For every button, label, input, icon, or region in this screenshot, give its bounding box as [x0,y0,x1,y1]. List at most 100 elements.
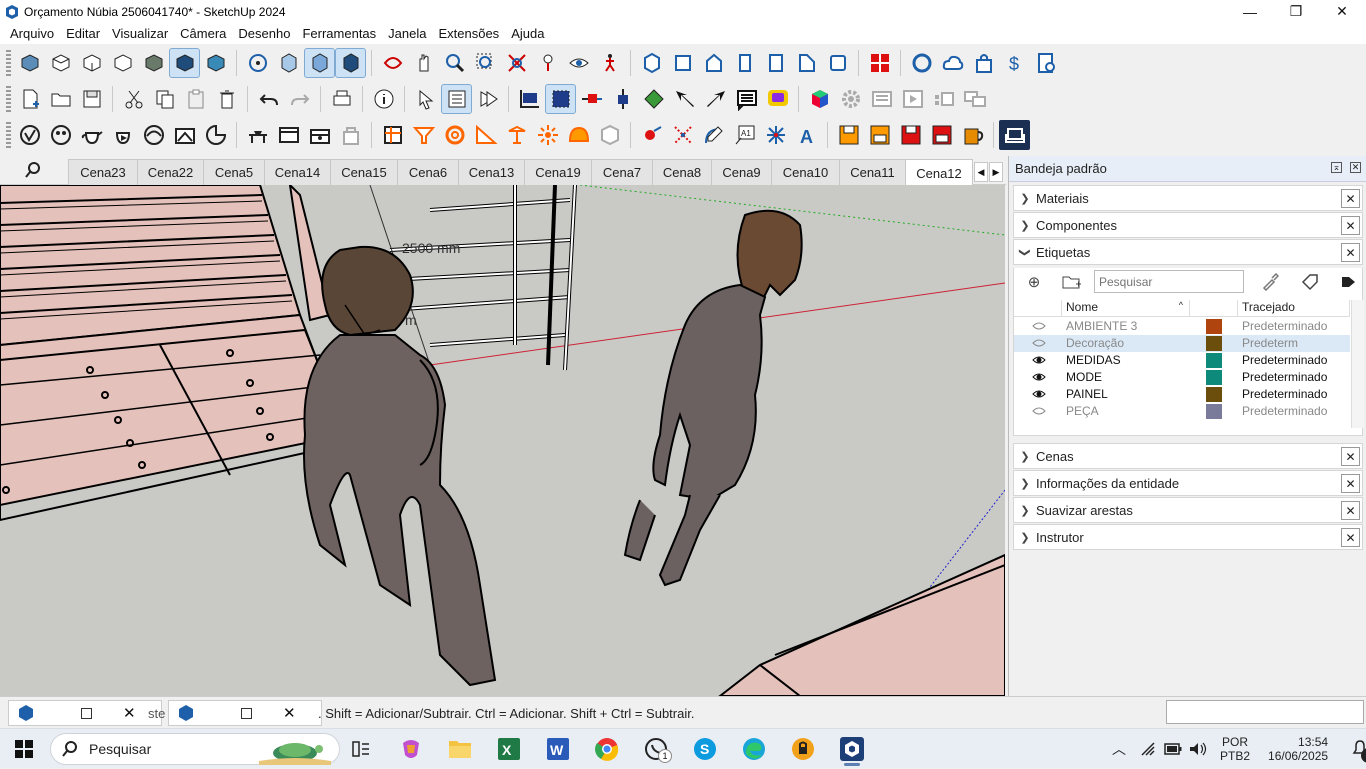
move-blue-icon[interactable] [607,84,638,114]
edge-icon[interactable] [736,735,772,763]
view-right-icon[interactable] [107,48,138,78]
excel-icon[interactable]: X [491,735,527,763]
panel-suavizar-arestas[interactable]: ❯ Suavizar arestas ✕ [1013,497,1363,523]
add-tag-icon[interactable]: ⊕ [1024,273,1044,291]
close-icon[interactable]: ✕ [1341,501,1360,520]
view-top-icon[interactable] [45,48,76,78]
battery-icon[interactable] [1164,743,1182,755]
close-icon[interactable]: ✕ [1341,528,1360,547]
sandbox-contours-icon[interactable] [14,120,45,150]
report-icon[interactable] [1030,48,1061,78]
outliner-icon[interactable] [441,84,472,114]
eye-visible-icon[interactable] [1032,371,1046,383]
delete-icon[interactable] [211,84,242,114]
tabs-next-icon[interactable]: ▶ [989,162,1003,182]
cloud-icon[interactable] [937,48,968,78]
pan-hand-icon[interactable] [408,48,439,78]
sandbox-scratch-icon[interactable] [45,120,76,150]
tag-row[interactable]: Decoração Predeterm [1014,335,1350,352]
new-file-icon[interactable] [14,84,45,114]
view-iso2-icon[interactable] [636,48,667,78]
close-icon[interactable]: ✕ [1341,447,1360,466]
protractor-icon[interactable] [470,120,501,150]
funnel-icon[interactable] [408,120,439,150]
arrow-left-icon[interactable] [669,84,700,114]
tray-close-icon[interactable]: ✕ [1350,162,1361,173]
move-red-icon[interactable] [576,84,607,114]
ring-icon[interactable] [439,120,470,150]
tab-cena15[interactable]: Cena15 [330,159,398,185]
view-front-icon[interactable] [76,48,107,78]
view-top2-icon[interactable] [667,48,698,78]
word-icon[interactable]: W [540,735,576,763]
tab-cena11[interactable]: Cena11 [839,159,906,185]
arrow-right-icon[interactable] [700,84,731,114]
teapot-arrow-icon[interactable] [107,120,138,150]
panel-cenas[interactable]: ❯ Cenas ✕ [1013,443,1363,469]
eyedropper-icon[interactable] [1260,273,1280,291]
window-tool-icon[interactable] [273,120,304,150]
align-center-icon[interactable] [545,84,576,114]
list-panel-icon[interactable] [866,84,897,114]
copilot-icon[interactable] [393,735,429,763]
close-icon[interactable]: ✕ [1341,216,1360,235]
zoom-window-icon[interactable] [470,48,501,78]
close-icon[interactable]: ✕ [1341,243,1360,262]
paste-icon[interactable] [180,84,211,114]
eye-visible-icon[interactable] [1032,354,1046,366]
pencil-curve-icon[interactable] [698,120,729,150]
locked-box-icon[interactable] [335,120,366,150]
tag-dash[interactable]: Predeterminado [1242,370,1327,384]
style-monochrome-icon[interactable] [200,48,231,78]
zoom-icon[interactable] [439,48,470,78]
whatsapp-icon[interactable]: 1 [638,735,674,763]
close-icon[interactable]: ✕ [1341,474,1360,493]
tab-cena22[interactable]: Cena22 [137,159,204,185]
windows-start-icon[interactable] [6,735,42,763]
eye-hidden-icon[interactable] [1032,337,1046,349]
panel-componentes[interactable]: ❯ Componentes ✕ [1013,212,1363,238]
open-folder-icon[interactable] [45,84,76,114]
mug-icon[interactable] [957,120,988,150]
text-label-icon[interactable]: A1 [729,120,760,150]
taskbar-search[interactable]: Pesquisar [50,733,340,765]
col-dash-header[interactable]: Tracejado [1238,300,1350,317]
tab-cena14[interactable]: Cena14 [264,159,331,185]
tag-dash[interactable]: Predeterminado [1242,353,1327,367]
tag-row[interactable]: PEÇA Predeterminado [1014,403,1350,420]
view-bottom-icon[interactable] [822,48,853,78]
tag-row[interactable]: MODE Predeterminado [1014,369,1350,386]
tags-search-input[interactable] [1094,270,1244,293]
sun-light-icon[interactable] [532,120,563,150]
menu-editar[interactable]: Editar [60,26,106,41]
tag-color-icon[interactable] [1300,273,1320,291]
menu-camera[interactable]: Câmera [174,26,232,41]
eye-hidden-icon[interactable] [1032,405,1046,417]
tab-cena23[interactable]: Cena23 [68,159,138,185]
comments-icon[interactable] [959,84,990,114]
task-view-icon[interactable] [343,735,379,763]
toolbar-grip[interactable] [6,122,11,148]
close-button[interactable]: ✕ [1319,0,1365,23]
view-right2-icon[interactable] [729,48,760,78]
tag-color-swatch[interactable] [1206,319,1222,334]
undo-icon[interactable] [253,84,284,114]
box-tool-icon[interactable] [304,120,335,150]
tab-cena5[interactable]: Cena5 [203,159,265,185]
restore-icon[interactable] [241,707,252,719]
dollar-icon[interactable]: $ [999,48,1030,78]
view-front2-icon[interactable] [698,48,729,78]
tab-cena8[interactable]: Cena8 [652,159,712,185]
scissors-dotted-icon[interactable] [667,120,698,150]
floppy-red-2-icon[interactable] [926,120,957,150]
scene-search-icon[interactable] [16,159,50,181]
tab-cena13[interactable]: Cena13 [458,159,525,185]
tag-dash[interactable]: Predeterminado [1242,387,1327,401]
clock[interactable]: 13:54 16/06/2025 [1268,735,1328,763]
tag-dash[interactable]: Predeterm [1242,336,1298,350]
lamp-icon[interactable] [501,120,532,150]
select-arrow-icon[interactable] [410,84,441,114]
warehouse-bag-icon[interactable] [968,48,999,78]
floppy-orange-1-icon[interactable] [833,120,864,150]
tab-cena12[interactable]: Cena12 [905,159,973,186]
